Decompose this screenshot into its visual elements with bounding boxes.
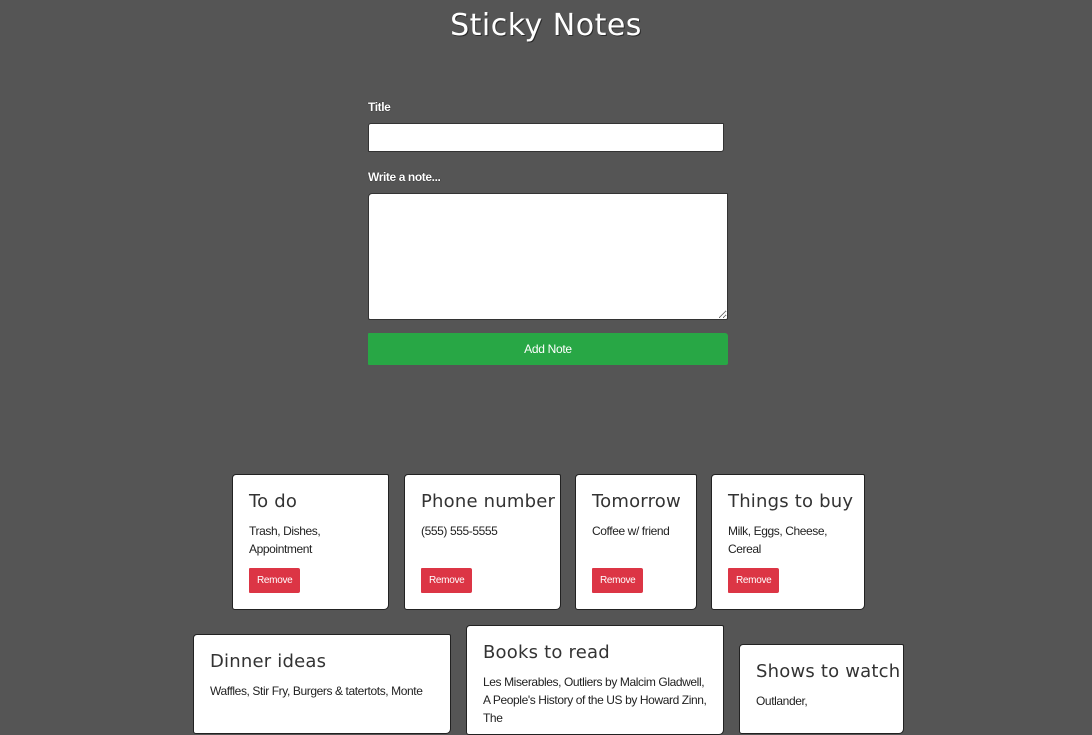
remove-button[interactable]: Remove — [249, 568, 301, 593]
note-card: Shows to watch Outlander, — [739, 644, 904, 734]
title-input[interactable] — [368, 123, 724, 152]
note-title: Things to buy — [728, 491, 854, 512]
note-label: Write a note... — [368, 170, 441, 184]
note-textarea[interactable] — [368, 193, 728, 320]
note-text: Outlander, — [756, 694, 808, 708]
note-title: Phone number — [421, 491, 556, 512]
note-card: To do Trash, Dishes, Appointment Remove — [232, 474, 389, 610]
remove-button[interactable]: Remove — [728, 568, 780, 593]
remove-button[interactable]: Remove — [421, 568, 473, 593]
note-text: Les Miserables, Outliers by Malcim Gladw… — [483, 675, 707, 725]
note-card: Things to buy Milk, Eggs, Cheese, Cereal… — [711, 474, 865, 610]
note-card: Books to read Les Miserables, Outliers b… — [466, 625, 724, 735]
note-title: Books to read — [483, 642, 610, 663]
note-title: Dinner ideas — [210, 651, 327, 672]
note-text: Waffles, Stir Fry, Burgers & tatertots, … — [210, 684, 423, 698]
note-text: (555) 555-5555 — [421, 524, 498, 538]
note-text: Coffee w/ friend — [592, 524, 670, 538]
add-note-button[interactable]: Add Note — [368, 333, 728, 365]
note-card: Phone number (555) 555-5555 Remove — [404, 474, 561, 610]
note-title: To do — [249, 491, 298, 512]
note-card: Tomorrow Coffee w/ friend Remove — [575, 474, 697, 610]
note-title: Shows to watch — [756, 661, 901, 682]
title-label: Title — [368, 100, 391, 114]
note-title: Tomorrow — [592, 491, 681, 512]
note-text: Trash, Dishes, Appointment — [249, 524, 321, 556]
page-title: Sticky Notes — [450, 8, 642, 43]
note-card: Dinner ideas Waffles, Stir Fry, Burgers … — [193, 634, 451, 734]
note-text: Milk, Eggs, Cheese, Cereal — [728, 524, 828, 556]
remove-button[interactable]: Remove — [592, 568, 644, 593]
